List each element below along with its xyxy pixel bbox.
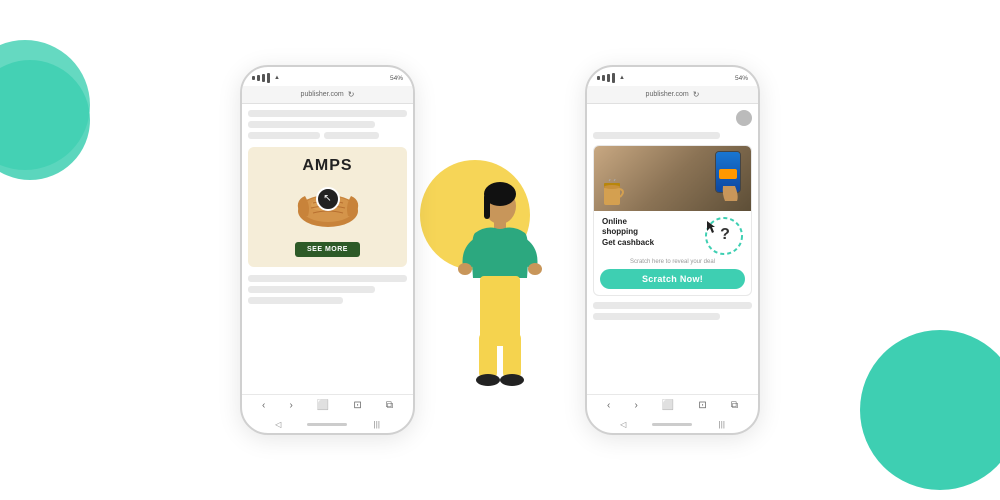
phone2-wrapper: ▲ 54% publisher.com ↻ [585, 65, 760, 435]
phone1-ad-title: AMPS [302, 157, 352, 175]
skeleton-p2-2 [593, 302, 752, 309]
signal-bar-4 [267, 73, 270, 83]
phone1-status-bar: ▲ 54% [242, 67, 413, 86]
skeleton-p2-3 [593, 313, 720, 320]
phone2-tabs-icon: ⧉ [731, 400, 738, 411]
phone2-ad-text: Online shopping Get cashback [602, 217, 701, 248]
phone2-signal: ▲ [597, 73, 625, 83]
phone2-ad-block: Online shopping Get cashback ? [593, 145, 752, 296]
skeleton-p2-1 [593, 132, 720, 139]
scratch-subtext: Scratch here to reveal your deal [600, 259, 745, 265]
main-container: ▲ 54% publisher.com ↻ AMPS [0, 0, 1000, 500]
phone2-ad-image [594, 146, 751, 211]
phone2-top-row [593, 110, 752, 126]
phone2-ad-headline: Online shopping Get cashback [602, 217, 701, 248]
phone1-share-icon: ⬜ [317, 400, 329, 411]
phone1-forward-icon: › [289, 400, 292, 411]
phone2-back-icon: ‹ [607, 400, 610, 411]
phone2: ▲ 54% publisher.com ↻ [585, 65, 760, 435]
phone2-bookmark-icon: ⊡ [698, 400, 706, 411]
croissant-container: ↖ [293, 181, 363, 236]
skeleton-6 [248, 286, 375, 293]
phone1-back-icon: ‹ [262, 400, 265, 411]
phone2-circle-dot [736, 110, 752, 126]
phone1-battery: 54% [390, 75, 403, 82]
phone2-refresh-icon: ↻ [693, 90, 700, 99]
signal-bar-p2-2 [602, 75, 605, 81]
question-mark-icon: ? [720, 226, 730, 244]
signal-bar-p2-4 [612, 73, 615, 83]
phone1-home-triangle: ◁ [275, 420, 281, 429]
phone2-browser-bar: publisher.com ↻ [587, 86, 758, 104]
signal-bar-p2-3 [607, 74, 610, 82]
phone1-refresh-icon: ↻ [348, 90, 355, 99]
phone2-home-triangle: ◁ [620, 420, 626, 429]
phone1-wrapper: ▲ 54% publisher.com ↻ AMPS [240, 65, 415, 435]
phone2-battery: 54% [735, 75, 748, 82]
signal-bar-1 [252, 76, 255, 80]
skeleton-7 [248, 297, 343, 304]
hand-svg [707, 146, 747, 201]
phone2-home-lines: ||| [719, 420, 725, 429]
phone1-url: publisher.com [301, 91, 344, 98]
phone1-home-indicator [307, 423, 347, 426]
signal-bar-3 [262, 74, 265, 82]
phone2-home-bar: ◁ ||| [587, 416, 758, 433]
phone1-signal: ▲ [252, 73, 280, 83]
coffee-cup-svg [602, 179, 624, 207]
phone2-share-icon: ⬜ [662, 400, 674, 411]
person-svg [455, 178, 545, 398]
phone1-tabs-icon: ⧉ [386, 400, 393, 411]
skeleton-5 [248, 275, 407, 282]
phone2-nav: ‹ › ⬜ ⊡ ⧉ [587, 394, 758, 416]
skeleton-2 [248, 121, 375, 128]
skeleton-4 [324, 132, 380, 139]
skeleton-3 [248, 132, 320, 139]
phone2-forward-icon: › [634, 400, 637, 411]
scratch-question-mark: ? [707, 217, 743, 253]
phone2-ad-content: Online shopping Get cashback ? [594, 211, 751, 259]
skeleton-row [248, 132, 407, 139]
phone1-content: AMPS [242, 104, 413, 394]
phone1-home-bar: ◁ ||| [242, 416, 413, 433]
skeleton-1 [248, 110, 407, 117]
phone1-see-more-button[interactable]: SEE MORE [295, 242, 360, 257]
cursor-icon: ↖ [323, 194, 331, 204]
phone2-content: Online shopping Get cashback ? [587, 104, 758, 394]
phone1-home-lines: ||| [374, 420, 380, 429]
phone1-browser-bar: publisher.com ↻ [242, 86, 413, 104]
scratch-now-button[interactable]: Scratch Now! [600, 269, 745, 289]
phone2-wifi-icon: ▲ [619, 75, 625, 81]
person-illustration [455, 178, 545, 403]
wifi-icon: ▲ [274, 75, 280, 81]
hand-container [707, 146, 747, 201]
signal-bar-p2-1 [597, 76, 600, 80]
phone1-ad-block: AMPS [248, 147, 407, 267]
phone2-home-indicator [652, 423, 692, 426]
cursor-circle: ↖ [316, 187, 340, 211]
signal-bar-2 [257, 75, 260, 81]
phone1: ▲ 54% publisher.com ↻ AMPS [240, 65, 415, 435]
phone2-url: publisher.com [646, 91, 689, 98]
phone2-status-bar: ▲ 54% [587, 67, 758, 86]
phone1-bookmark-icon: ⊡ [353, 400, 361, 411]
phone1-nav: ‹ › ⬜ ⊡ ⧉ [242, 394, 413, 416]
